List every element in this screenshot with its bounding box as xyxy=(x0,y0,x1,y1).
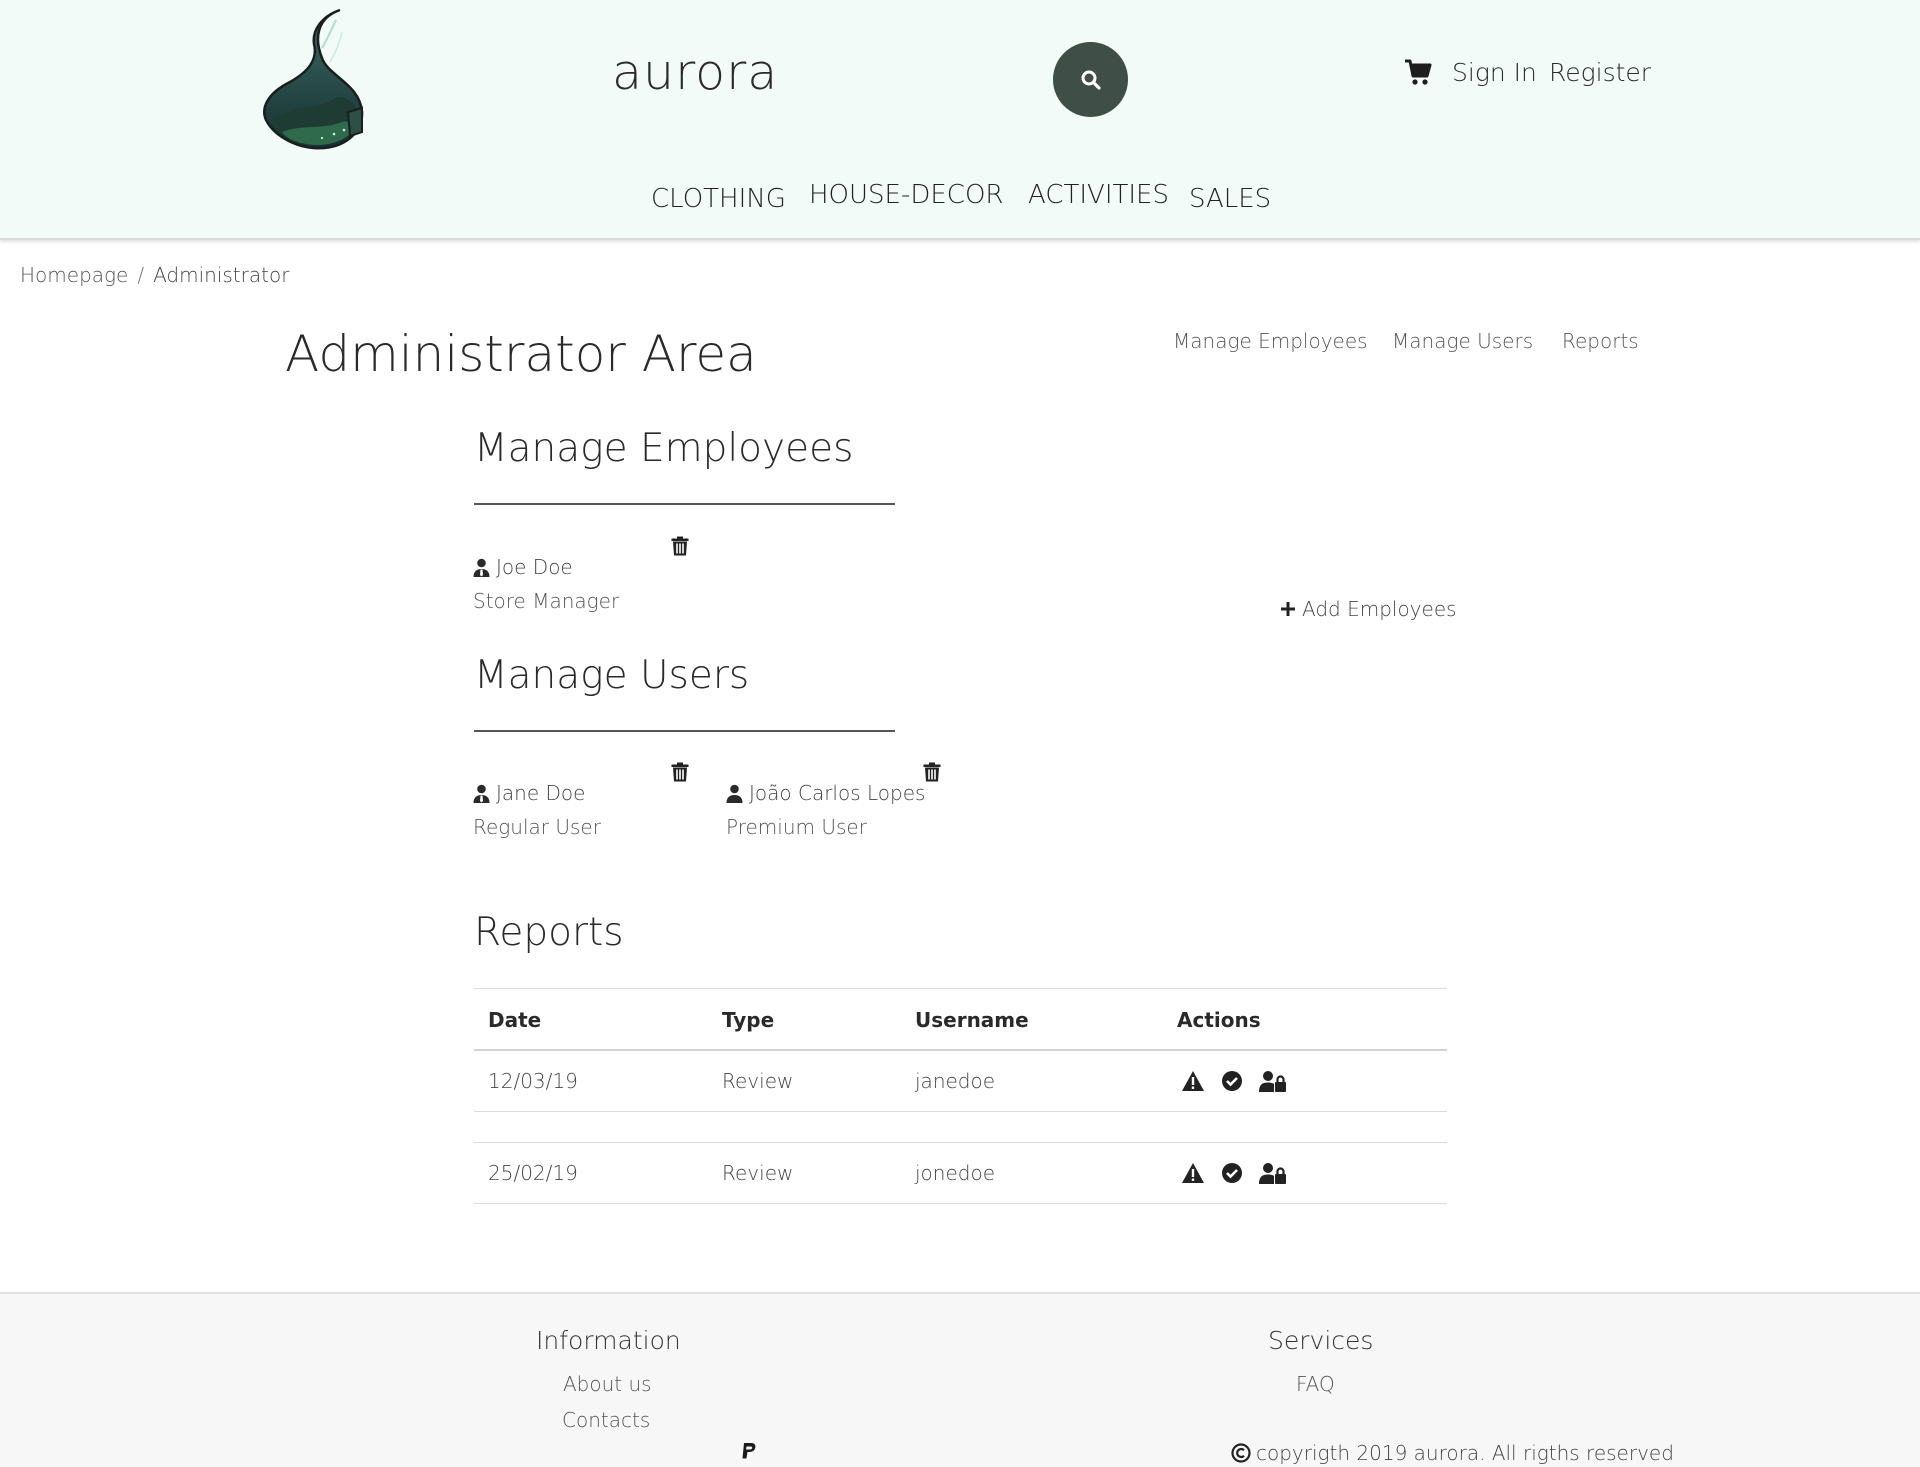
footer-contacts-link[interactable]: Contacts xyxy=(562,1408,650,1432)
section-title-reports: Reports xyxy=(474,910,624,955)
cell-type: Review xyxy=(722,1069,794,1093)
table-border xyxy=(474,988,1447,989)
column-header-username: Username xyxy=(915,1008,1029,1032)
breadcrumb-separator: / xyxy=(137,263,145,287)
column-header-actions: Actions xyxy=(1177,1008,1261,1032)
check-circle-icon[interactable] xyxy=(1220,1070,1244,1092)
employee-name-text: Joe Doe xyxy=(496,555,573,579)
brand-name[interactable]: aurora xyxy=(612,44,778,101)
footer-about-link[interactable]: About us xyxy=(563,1372,652,1396)
column-header-date: Date xyxy=(488,1008,542,1032)
add-employees-button[interactable]: Add Employees xyxy=(1281,597,1457,621)
side-link-reports[interactable]: Reports xyxy=(1562,329,1639,353)
user-lock-icon[interactable] xyxy=(1259,1070,1287,1092)
plus-icon xyxy=(1281,602,1295,616)
section-title-manage-users: Manage Users xyxy=(474,653,750,698)
trash-icon[interactable] xyxy=(671,762,689,782)
user-name-text: Jane Doe xyxy=(496,781,586,805)
user-icon xyxy=(726,784,743,803)
user-tie-icon xyxy=(473,558,490,577)
user-name-text: João Carlos Lopes xyxy=(749,781,926,805)
row-border xyxy=(474,1203,1447,1204)
page-title: Administrator Area xyxy=(285,325,757,383)
cell-date: 12/03/19 xyxy=(488,1069,578,1093)
search-icon xyxy=(1081,70,1101,90)
breadcrumb-current: Administrator xyxy=(153,263,290,287)
footer-services-title: Services xyxy=(1268,1326,1374,1355)
row-actions xyxy=(1181,1070,1287,1092)
site-footer: Information About us Contacts Services F… xyxy=(0,1292,1920,1467)
side-link-manage-employees[interactable]: Manage Employees xyxy=(1173,329,1368,353)
aurora-logo[interactable] xyxy=(262,8,372,150)
cell-date: 25/02/19 xyxy=(488,1161,578,1185)
employee-name: Joe Doe xyxy=(473,555,573,579)
trash-icon[interactable] xyxy=(923,762,941,782)
sign-in-link[interactable]: Sign In xyxy=(1452,58,1537,87)
cell-type: Review xyxy=(722,1161,794,1185)
user-role: Premium User xyxy=(726,815,867,839)
footer-faq-link[interactable]: FAQ xyxy=(1296,1372,1335,1396)
breadcrumb-homepage[interactable]: Homepage xyxy=(20,263,128,287)
trash-icon[interactable] xyxy=(671,536,689,556)
user-name: Jane Doe xyxy=(473,781,585,805)
cell-username: jonedoe xyxy=(915,1161,996,1185)
search-button[interactable] xyxy=(1053,42,1128,117)
cart-icon[interactable] xyxy=(1404,58,1432,86)
user-tie-icon xyxy=(473,784,490,803)
breadcrumb: Homepage / Administrator xyxy=(20,263,289,287)
nav-house-decor[interactable]: HOUSE-DECOR xyxy=(809,180,1004,210)
footer-information-title: Information xyxy=(536,1326,681,1355)
copyright-text: copyrigth 2019 aurora. All rigths reserv… xyxy=(1256,1441,1674,1465)
copyright-icon xyxy=(1231,1443,1251,1463)
section-title-manage-employees: Manage Employees xyxy=(474,426,854,471)
warning-icon[interactable] xyxy=(1181,1070,1205,1092)
register-link[interactable]: Register xyxy=(1549,58,1651,87)
side-link-manage-users[interactable]: Manage Users xyxy=(1392,329,1533,353)
section-divider xyxy=(474,503,895,505)
check-circle-icon[interactable] xyxy=(1220,1162,1244,1184)
row-actions xyxy=(1181,1162,1287,1184)
nav-clothing[interactable]: CLOTHING xyxy=(651,184,786,214)
cell-username: janedoe xyxy=(915,1069,996,1093)
table-header-border xyxy=(474,1049,1447,1051)
row-border xyxy=(474,1111,1447,1112)
site-header: aurora Sign In Register CLOTHING HOUSE-D… xyxy=(0,0,1920,240)
paypal-icon[interactable] xyxy=(741,1442,757,1460)
section-divider xyxy=(474,730,895,732)
row-border xyxy=(474,1142,1447,1143)
user-name: João Carlos Lopes xyxy=(726,781,925,805)
employee-role: Store Manager xyxy=(473,589,620,613)
add-employees-label: Add Employees xyxy=(1302,597,1457,621)
warning-icon[interactable] xyxy=(1181,1162,1205,1184)
nav-sales[interactable]: SALES xyxy=(1189,184,1271,214)
copyright: copyrigth 2019 aurora. All rigths reserv… xyxy=(1231,1441,1674,1465)
user-lock-icon[interactable] xyxy=(1259,1162,1287,1184)
nav-activities[interactable]: ACTIVITIES xyxy=(1028,180,1169,210)
column-header-type: Type xyxy=(722,1008,775,1032)
user-role: Regular User xyxy=(473,815,601,839)
